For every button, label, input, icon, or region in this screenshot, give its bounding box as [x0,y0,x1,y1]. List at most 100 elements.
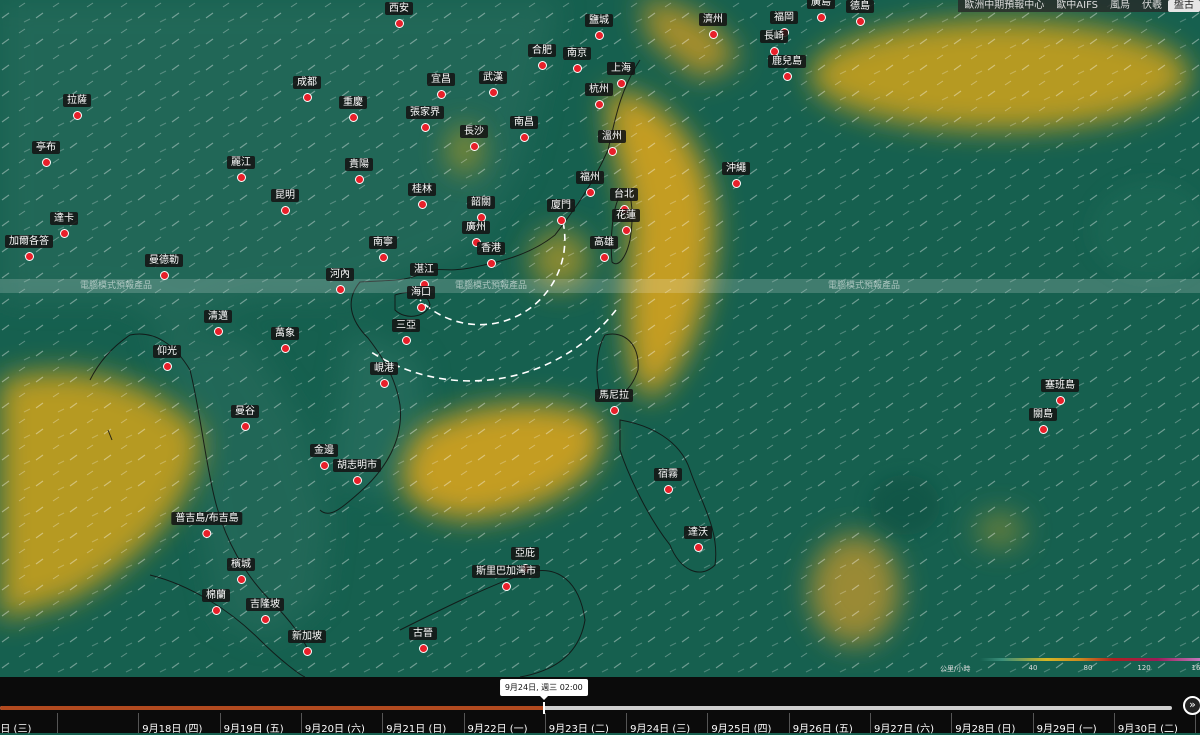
city-marker[interactable]: 南寧 [369,236,397,262]
city-marker[interactable]: 重慶 [339,96,367,122]
city-dot [621,226,631,235]
city-marker[interactable]: 宿霧 [654,468,682,494]
city-marker[interactable]: 加爾各答 [5,235,53,261]
city-marker[interactable]: 胡志明市 [333,459,381,485]
city-marker[interactable]: 南京 [563,47,591,73]
city-marker[interactable]: 濟州 [699,13,727,39]
city-marker[interactable]: 香港 [477,242,505,268]
city-marker[interactable]: 鹽城 [585,14,613,40]
city-marker[interactable]: 達沃 [684,526,712,552]
city-marker[interactable]: 曼谷 [231,405,259,431]
city-marker[interactable]: 峴港 [370,362,398,388]
city-dot [1038,425,1048,434]
city-marker[interactable]: 廈門 [547,199,575,225]
city-dot [1055,396,1065,405]
city-marker[interactable]: 宜昌 [427,73,455,99]
city-label: 昆明 [271,189,299,202]
city-dot [556,216,566,225]
city-marker[interactable]: 韶關 [467,196,495,222]
city-marker[interactable]: 海口 [407,286,435,312]
timeline-track[interactable] [0,706,1172,710]
city-marker[interactable]: 溫州 [598,130,626,156]
city-label: 普吉島/布吉島 [171,512,243,525]
city-dot [159,271,169,280]
city-marker[interactable]: 張家界 [406,106,444,132]
city-label: 宜昌 [427,73,455,86]
timeline-played [0,706,544,710]
city-label: 湛江 [410,263,438,276]
city-marker[interactable]: 武漢 [479,71,507,97]
city-marker[interactable]: 桂林 [408,183,436,209]
city-marker[interactable]: 高雄 [590,236,618,262]
wind-map[interactable]: 電腦模式預報產品 電腦模式預報產品 電腦模式預報產品 西安 鹽城 濟州 福岡 廣島 德島長… [0,0,1200,677]
city-marker[interactable]: 塞班島 [1041,379,1079,405]
city-marker[interactable]: 達卡 [50,212,78,238]
city-marker[interactable]: 吉隆坡 [246,598,284,624]
city-marker[interactable]: 棉蘭 [202,589,230,615]
city-marker[interactable]: 新加坡 [288,630,326,656]
model-tab[interactable]: 歐中AIFS [1050,0,1104,12]
city-marker[interactable]: 曼德勒 [145,254,183,280]
city-marker[interactable]: 昆明 [271,189,299,215]
city-marker[interactable]: 關島 [1029,408,1057,434]
city-label: 張家界 [406,106,444,119]
city-label: 塞班島 [1041,379,1079,392]
city-label: 成都 [293,76,321,89]
city-marker[interactable]: 仰光 [153,345,181,371]
city-marker[interactable]: 花蓮 [612,209,640,235]
day-tick [138,713,140,733]
city-label: 吉隆坡 [246,598,284,611]
city-marker[interactable]: 普吉島/布吉島 [171,512,243,538]
city-marker[interactable]: 馬尼拉 [595,389,633,415]
city-marker[interactable]: 南昌 [510,116,538,142]
city-dot [816,13,826,22]
city-dot [594,100,604,109]
watermark-text: 電腦模式預報產品 [455,281,528,291]
model-tab[interactable]: 風烏 [1104,0,1136,12]
city-dot [378,253,388,262]
city-marker[interactable]: 檳城 [227,558,255,584]
city-marker[interactable]: 鹿兒島 [768,55,806,81]
model-tab[interactable]: 伏羲 [1136,0,1168,12]
city-marker[interactable]: 長崎 [760,30,788,56]
city-marker[interactable]: 沖繩 [722,162,750,188]
city-dot [348,113,358,122]
city-marker[interactable]: 麗江 [227,156,255,182]
city-marker[interactable]: 長沙 [460,125,488,151]
city-label: 廣島 [807,0,835,9]
city-dot [352,476,362,485]
city-marker[interactable]: 古晉 [409,627,437,653]
city-label: 上海 [607,62,635,75]
city-marker[interactable]: 西安 [385,2,413,28]
city-marker[interactable]: 貴陽 [345,158,373,184]
city-marker[interactable]: 拉薩 [63,94,91,120]
city-marker[interactable]: 清邁 [204,310,232,336]
city-dot [162,362,172,371]
city-marker[interactable]: 萬象 [271,327,299,353]
city-label: 三亞 [392,319,420,332]
legend-color-bar [980,658,1200,661]
next-step-button[interactable]: » [1183,696,1200,715]
city-marker[interactable]: 斯里巴加灣市 [472,565,540,591]
city-dot [202,529,212,538]
city-marker[interactable]: 亭布 [32,141,60,167]
wind-speed-legend: 公里/小時 40 80 120 16 [940,656,1200,676]
city-label: 棉蘭 [202,589,230,602]
city-marker[interactable]: 河內 [326,268,354,294]
city-label: 加爾各答 [5,235,53,248]
city-label: 廈門 [547,199,575,212]
city-marker[interactable]: 杭州 [585,83,613,109]
city-marker[interactable]: 三亞 [392,319,420,345]
city-marker[interactable]: 福州 [576,171,604,197]
city-dot [280,344,290,353]
city-marker[interactable]: 成都 [293,76,321,102]
city-label: 貴陽 [345,158,373,171]
city-marker[interactable]: 廣島 [807,0,835,22]
city-label: 福岡 [770,11,798,24]
city-label: 古晉 [409,627,437,640]
city-marker[interactable]: 合肥 [528,44,556,70]
model-tab[interactable]: 歐洲中期預報中心 [958,0,1050,12]
city-dot [599,253,609,262]
model-tab[interactable]: 盤古 [1168,0,1200,12]
city-marker[interactable]: 德島 [846,0,874,26]
